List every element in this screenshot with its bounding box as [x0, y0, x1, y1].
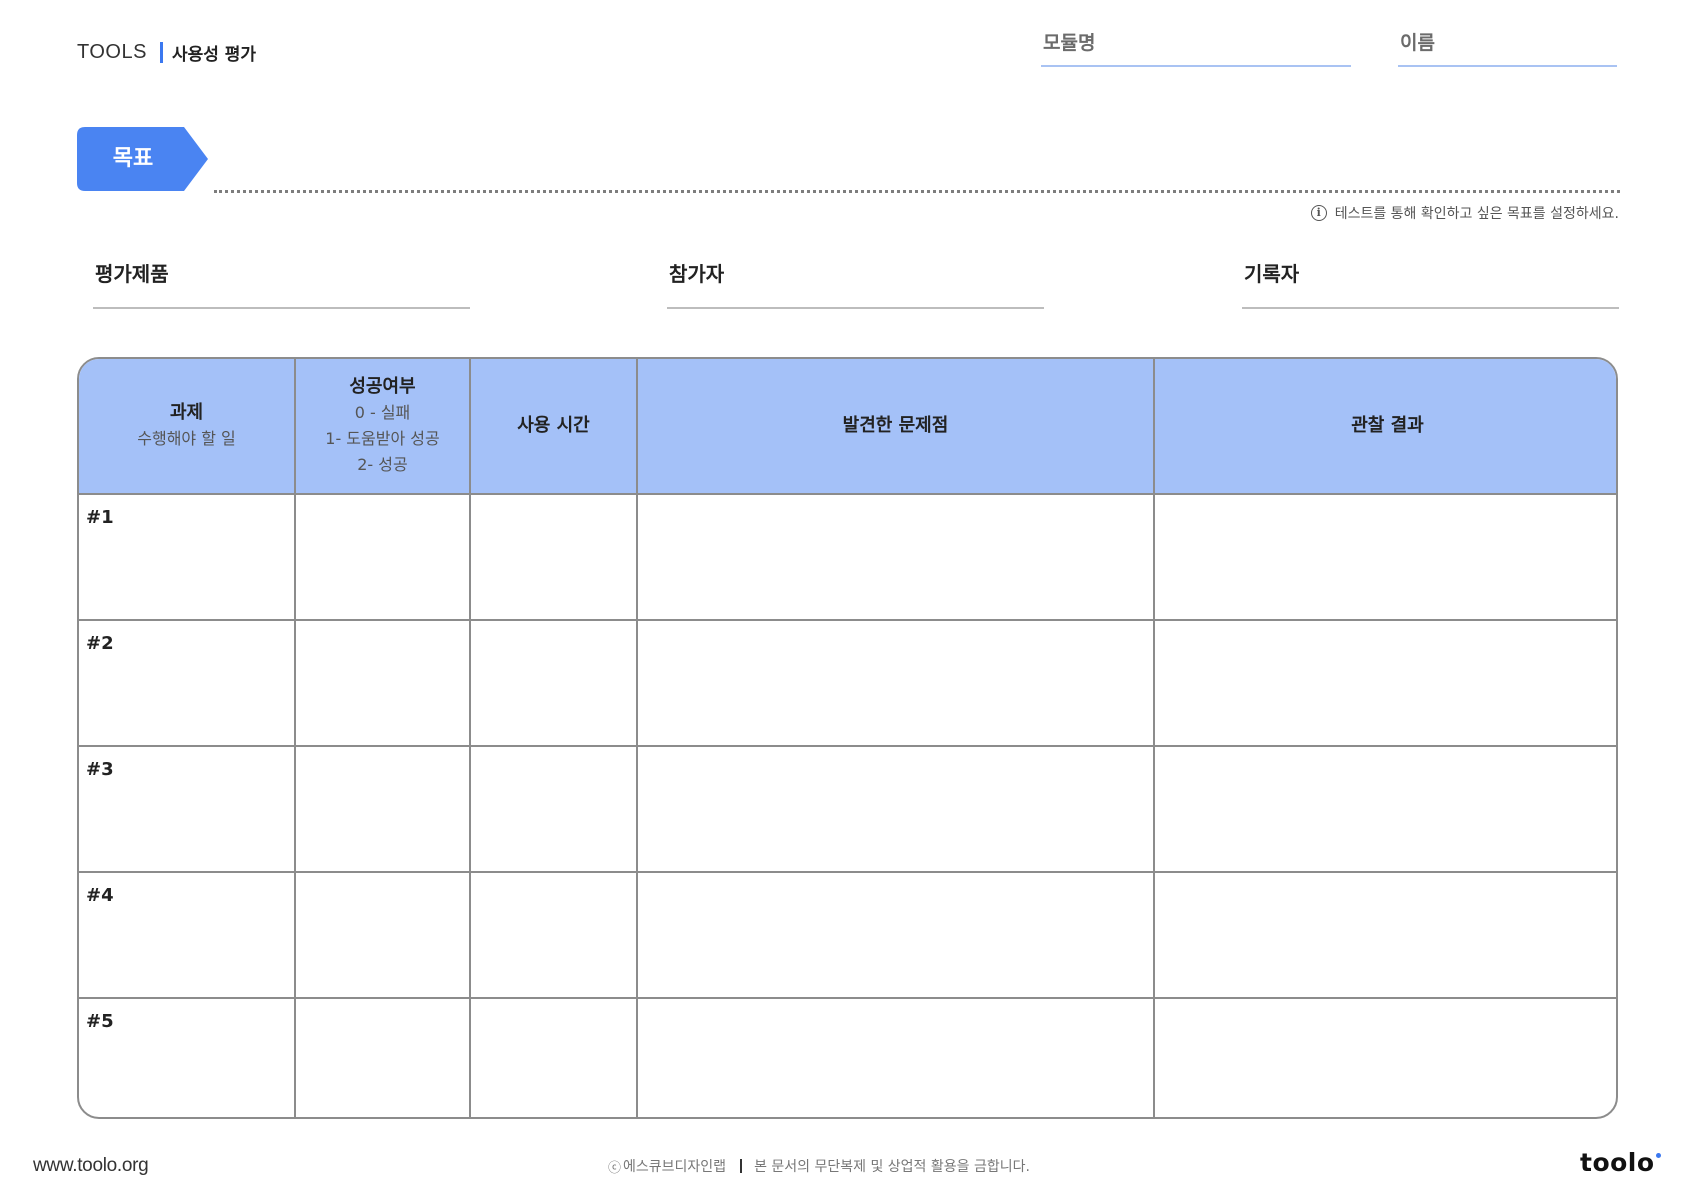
issues-cell[interactable]	[636, 493, 1155, 621]
issues-cell[interactable]	[636, 997, 1155, 1117]
row-label: #3	[86, 759, 114, 780]
time-cell[interactable]	[469, 997, 638, 1117]
participant-underline	[667, 307, 1044, 309]
observations-cell[interactable]	[1153, 493, 1616, 621]
observations-cell[interactable]	[1153, 871, 1616, 999]
page-title: 사용성 평가	[171, 44, 257, 65]
module-name-field[interactable]: 모듈명	[1041, 28, 1351, 68]
product-underline	[93, 307, 470, 309]
header-task-sub: 수행해야 할 일	[137, 429, 236, 448]
brand-divider	[159, 41, 163, 63]
row-label: #5	[86, 1011, 114, 1032]
observations-cell[interactable]	[1153, 619, 1616, 747]
header-task-title: 과제	[169, 402, 204, 423]
copyright-notice: ⓒ 에스큐브디자인랩 본 문서의 무단복제 및 상업적 활용을 금합니다.	[608, 1156, 1030, 1176]
observations-cell[interactable]	[1153, 745, 1616, 873]
success-cell[interactable]	[294, 493, 471, 621]
name-label: 이름	[1400, 32, 1435, 54]
copyright-holder: 에스큐브디자인랩	[623, 1159, 727, 1175]
success-cell[interactable]	[294, 871, 471, 999]
usage-notice: 본 문서의 무단복제 및 상업적 활용을 금합니다.	[754, 1159, 1030, 1175]
header-task: 과제 수행해야 할 일	[79, 359, 296, 495]
time-cell[interactable]	[469, 871, 638, 999]
brand-name: TOOLS	[77, 40, 147, 63]
issues-cell[interactable]	[636, 745, 1155, 873]
header-observations-title: 관찰 결과	[1351, 415, 1424, 436]
table-row: #5	[79, 997, 1616, 1117]
header-success-sub-2: 2- 성공	[357, 455, 408, 474]
name-field[interactable]: 이름	[1398, 28, 1617, 68]
info-icon: i	[1310, 205, 1327, 221]
name-underline	[1398, 65, 1617, 67]
table-row: #1	[79, 493, 1616, 621]
brand: TOOLS 사용성 평가	[77, 38, 256, 66]
table-row: #3	[79, 745, 1616, 873]
task-cell[interactable]: #1	[79, 493, 296, 621]
recorder-underline	[1242, 307, 1619, 309]
row-label: #2	[86, 633, 114, 654]
success-cell[interactable]	[294, 997, 471, 1117]
table-header-row: 과제 수행해야 할 일 성공여부 0 - 실패 1- 도움받아 성공 2- 성공…	[79, 359, 1616, 495]
module-name-underline	[1041, 65, 1351, 67]
product-field[interactable]: 평가제품	[93, 258, 470, 310]
success-cell[interactable]	[294, 619, 471, 747]
toolo-logo: toolo	[1580, 1148, 1661, 1177]
table-row: #4	[79, 871, 1616, 999]
row-label: #4	[86, 885, 114, 906]
header-success-title: 성공여부	[349, 376, 416, 397]
goal-hint-text: 테스트를 통해 확인하고 싶은 목표를 설정하세요.	[1334, 206, 1619, 222]
header-success-sub-1: 1- 도움받아 성공	[325, 429, 440, 448]
recorder-field[interactable]: 기록자	[1242, 258, 1619, 310]
logo-dot	[1655, 1153, 1661, 1158]
website-link[interactable]: www.toolo.org	[33, 1155, 149, 1177]
issues-cell[interactable]	[636, 619, 1155, 747]
participant-label: 참가자	[669, 262, 725, 286]
time-cell[interactable]	[469, 493, 638, 621]
logo-text: toolo	[1580, 1148, 1655, 1177]
observations-cell[interactable]	[1153, 997, 1616, 1117]
footer-divider	[740, 1159, 743, 1173]
header-issues-title: 발견한 문제점	[842, 415, 949, 436]
goal-input-line[interactable]	[214, 190, 1620, 193]
module-name-label: 모듈명	[1043, 32, 1096, 54]
header-time: 사용 시간	[469, 359, 638, 495]
row-label: #1	[86, 507, 114, 528]
time-cell[interactable]	[469, 619, 638, 747]
recorder-label: 기록자	[1244, 262, 1300, 286]
issues-cell[interactable]	[636, 871, 1155, 999]
header-time-title: 사용 시간	[517, 415, 590, 436]
task-cell[interactable]: #5	[79, 997, 296, 1117]
goal-label: 목표	[112, 146, 154, 171]
task-cell[interactable]: #4	[79, 871, 296, 999]
task-cell[interactable]: #2	[79, 619, 296, 747]
success-cell[interactable]	[294, 745, 471, 873]
goal-tag: 목표	[77, 127, 208, 191]
header-observations: 관찰 결과	[1153, 359, 1616, 495]
header-success-sub-0: 0 - 실패	[354, 403, 411, 422]
participant-field[interactable]: 참가자	[667, 258, 1044, 310]
table-row: #2	[79, 619, 1616, 747]
copyright-icon: ⓒ	[608, 1160, 622, 1176]
goal-hint: i 테스트를 통해 확인하고 싶은 목표를 설정하세요.	[1310, 203, 1619, 223]
header-issues: 발견한 문제점	[636, 359, 1155, 495]
task-cell[interactable]: #3	[79, 745, 296, 873]
time-cell[interactable]	[469, 745, 638, 873]
evaluation-table: 과제 수행해야 할 일 성공여부 0 - 실패 1- 도움받아 성공 2- 성공…	[77, 357, 1618, 1119]
product-label: 평가제품	[95, 262, 169, 286]
header-success: 성공여부 0 - 실패 1- 도움받아 성공 2- 성공	[294, 359, 471, 495]
